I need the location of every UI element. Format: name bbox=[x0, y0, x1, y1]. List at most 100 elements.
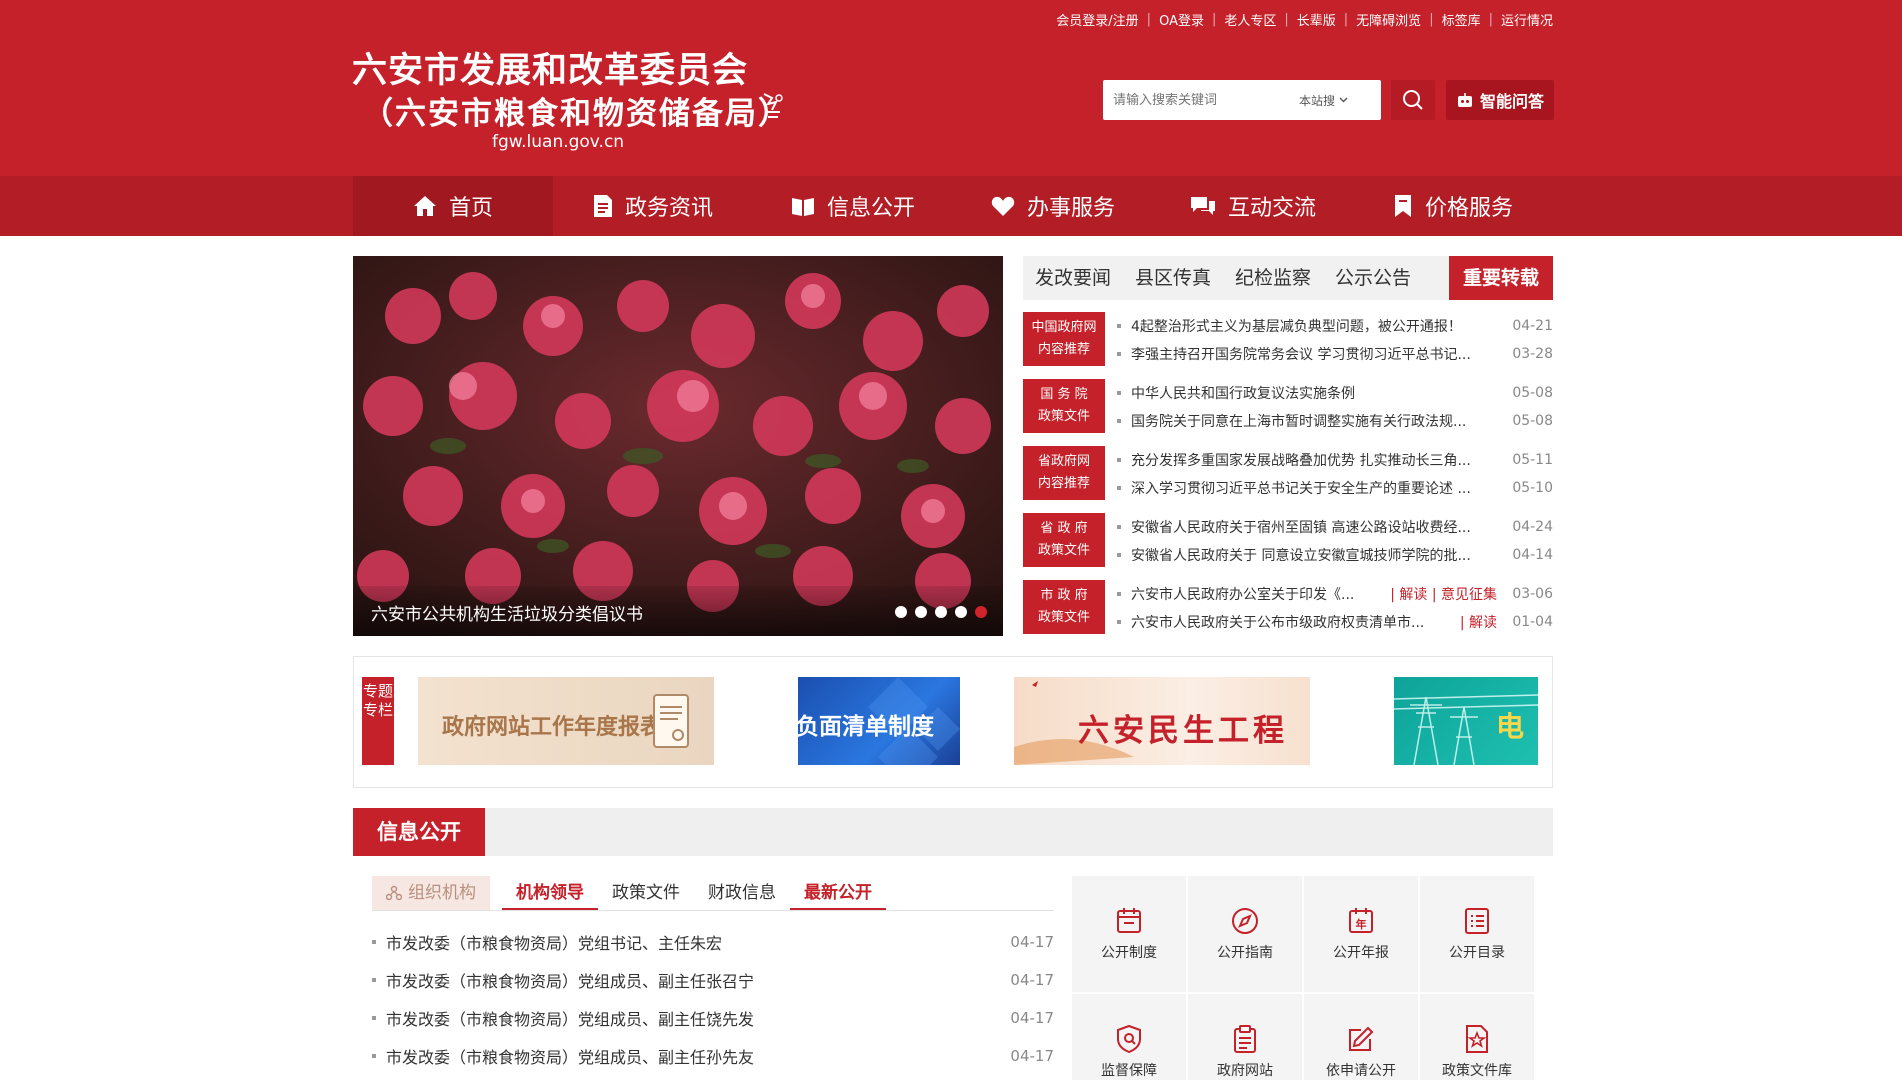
news-title[interactable]: 4起整治形式主义为基层减负典型问题，被公开通报！ bbox=[1131, 316, 1497, 336]
subtab-policy-documents[interactable]: 政策文件 bbox=[598, 876, 694, 910]
tab-discipline-inspection[interactable]: 纪检监察 bbox=[1223, 256, 1323, 300]
list-item-title[interactable]: 市发改委（市粮食物资局）党组书记、主任朱宏 bbox=[386, 930, 1010, 954]
subtab-financial-info[interactable]: 财政信息 bbox=[694, 876, 790, 910]
news-title[interactable]: 深入学习贯彻习近平总书记关于安全生产的重要论述 ... bbox=[1131, 478, 1497, 498]
tab-important-reprints[interactable]: 重要转载 bbox=[1448, 256, 1553, 300]
banner-website-annual-report[interactable]: 政府网站工作年度报表 bbox=[418, 677, 714, 765]
list-item-title[interactable]: 市发改委（市粮食物资局）党组成员、副主任孙先友 bbox=[386, 1044, 1010, 1068]
list-icon bbox=[1465, 908, 1489, 934]
top-link-elder-version[interactable]: 长辈版 bbox=[1297, 10, 1336, 29]
nav-item-news[interactable]: 政务资讯 bbox=[553, 176, 753, 236]
file-star-icon bbox=[1466, 1025, 1488, 1053]
news-item[interactable]: 安徽省人民政府关于 同意设立安徽宣城技师学院的批... 04-14 bbox=[1117, 541, 1553, 569]
nav-item-interaction[interactable]: 互动交流 bbox=[1153, 176, 1353, 236]
image-slider[interactable]: 六安市公共机构生活垃圾分类倡议书 bbox=[353, 256, 1003, 636]
list-item-title[interactable]: 市发改委（市粮食物资局）党组成员、副主任饶先发 bbox=[386, 1006, 1010, 1030]
top-link-login[interactable]: 会员登录/注册 bbox=[1056, 10, 1138, 29]
shortcut-disclosure-guide[interactable]: 公开指南 bbox=[1188, 876, 1302, 992]
list-item[interactable]: 市发改委（市粮食物资局）党组成员、副主任孙先友 04-17 bbox=[372, 1041, 1054, 1071]
news-item[interactable]: 六安市人民政府办公室关于印发《... | 解读 | 意见征集 03-06 bbox=[1117, 580, 1553, 608]
ai-qa-button[interactable]: 智能问答 bbox=[1446, 80, 1554, 120]
news-title[interactable]: 李强主持召开国务院常务会议 学习贯彻习近平总书记... bbox=[1131, 344, 1497, 364]
slider-dot[interactable] bbox=[935, 606, 947, 618]
news-item[interactable]: 安徽省人民政府关于宿州至固镇 高速公路设站收费经... 04-24 bbox=[1117, 513, 1553, 541]
badge-line: 政策文件 bbox=[1037, 610, 1090, 625]
subtab-leadership[interactable]: 机构领导 bbox=[502, 876, 598, 910]
news-item[interactable]: 中华人民共和国行政复议法实施条例 05-08 bbox=[1117, 379, 1553, 407]
news-item[interactable]: 国务院关于同意在上海市暂时调整实施有关行政法规... 05-08 bbox=[1117, 407, 1553, 435]
list-item[interactable]: 市发改委（市粮食物资局）党组成员、副主任张召宁 04-17 bbox=[372, 965, 1054, 995]
banner-negative-list[interactable]: 负面清单制度 bbox=[798, 677, 960, 765]
news-source-badge[interactable]: 省政府网 内容推荐 bbox=[1023, 446, 1105, 500]
nav-label: 价格服务 bbox=[1424, 196, 1513, 221]
list-item-title[interactable]: 市发改委（市粮食物资局）党组成员、副主任张召宁 bbox=[386, 968, 1010, 992]
top-link-tag-library[interactable]: 标签库 bbox=[1442, 10, 1481, 29]
news-extra-links[interactable]: | 解读 | 意见征集 bbox=[1390, 584, 1497, 604]
search-scope-select[interactable]: 本站搜 bbox=[1299, 92, 1348, 109]
slider-dot[interactable] bbox=[895, 606, 907, 618]
ai-qa-label: 智能问答 bbox=[1479, 92, 1544, 111]
news-source-badge[interactable]: 省 政 府 政策文件 bbox=[1023, 513, 1105, 567]
topics-label: 专题专栏 bbox=[362, 677, 394, 765]
banner-electricity[interactable]: 电 bbox=[1394, 677, 1538, 765]
news-title[interactable]: 充分发挥多重国家发展战略叠加优势 扎实推动长三角... bbox=[1131, 450, 1497, 470]
list-item-date: 04-17 bbox=[1010, 1009, 1054, 1027]
nav-item-home[interactable]: 首页 bbox=[353, 176, 553, 236]
top-link-accessibility[interactable]: 无障碍浏览 bbox=[1356, 10, 1421, 29]
shortcut-disclosure-system[interactable]: 公开制度 bbox=[1072, 876, 1186, 992]
nav-item-info-disclosure[interactable]: 信息公开 bbox=[753, 176, 953, 236]
shortcut-apply-disclosure[interactable]: 依申请公开 bbox=[1304, 994, 1418, 1080]
org-chart-icon bbox=[386, 885, 402, 901]
slider-dot[interactable] bbox=[955, 606, 967, 618]
shortcut-policy-library[interactable]: 政策文件库 bbox=[1420, 994, 1534, 1080]
news-group: 中国政府网 内容推荐 4起整治形式主义为基层减负典型问题，被公开通报！ 04-2… bbox=[1023, 312, 1553, 368]
top-link-status[interactable]: 运行情况 bbox=[1501, 10, 1553, 29]
tab-reform-news[interactable]: 发改要闻 bbox=[1023, 256, 1123, 300]
search-button[interactable] bbox=[1391, 80, 1435, 120]
search-input[interactable] bbox=[1103, 81, 1293, 119]
tab-county-news[interactable]: 县区传真 bbox=[1123, 256, 1223, 300]
top-link-oa[interactable]: OA登录 bbox=[1159, 10, 1204, 29]
shortcut-disclosure-catalog[interactable]: 公开目录 bbox=[1420, 876, 1534, 992]
news-item[interactable]: 六安市人民政府关于公布市级政府权责清单市... | 解读 01-04 bbox=[1117, 608, 1553, 636]
tab-announcements[interactable]: 公示公告 bbox=[1323, 256, 1423, 300]
news-source-badge[interactable]: 国 务 院 政策文件 bbox=[1023, 379, 1105, 433]
news-item[interactable]: 充分发挥多重国家发展战略叠加优势 扎实推动长三角... 05-11 bbox=[1117, 446, 1553, 474]
news-date: 03-28 bbox=[1512, 346, 1553, 362]
topics-strip: 专题专栏 政府网站工作年度报表 负面清单制度 六安民生工程 电 bbox=[353, 656, 1553, 788]
badge-line: 政策文件 bbox=[1037, 409, 1090, 424]
shortcut-annual-report[interactable]: 年 公开年报 bbox=[1304, 876, 1418, 992]
slider-caption[interactable]: 六安市公共机构生活垃圾分类倡议书 bbox=[371, 600, 643, 625]
banner-livelihood-project[interactable]: 六安民生工程 bbox=[1014, 677, 1310, 765]
news-title[interactable]: 安徽省人民政府关于宿州至固镇 高速公路设站收费经... bbox=[1131, 517, 1497, 537]
nav-label: 办事服务 bbox=[1026, 196, 1115, 221]
news-item[interactable]: 深入学习贯彻习近平总书记关于安全生产的重要论述 ... 05-10 bbox=[1117, 474, 1553, 502]
info-section-title[interactable]: 信息公开 bbox=[353, 808, 485, 856]
news-title[interactable]: 六安市人民政府办公室关于印发《... bbox=[1131, 584, 1390, 604]
site-title[interactable]: 六安市发展和改革委员会 bbox=[352, 42, 748, 93]
subtab-latest-disclosure[interactable]: 最新公开 bbox=[790, 876, 886, 910]
nav-item-price-services[interactable]: 价格服务 bbox=[1353, 176, 1553, 236]
badge-line: 内容推荐 bbox=[1037, 342, 1090, 357]
separator: | bbox=[1429, 12, 1434, 27]
separator: | bbox=[1343, 12, 1349, 27]
news-title[interactable]: 六安市人民政府关于公布市级政府权责清单市... bbox=[1131, 612, 1460, 632]
news-title[interactable]: 国务院关于同意在上海市暂时调整实施有关行政法规... bbox=[1131, 411, 1497, 431]
shortcut-gov-website[interactable]: 政府网站 bbox=[1188, 994, 1302, 1080]
news-item[interactable]: 李强主持召开国务院常务会议 学习贯彻习近平总书记... 03-28 bbox=[1117, 340, 1553, 368]
news-extra-links[interactable]: | 解读 bbox=[1460, 612, 1497, 632]
news-source-badge[interactable]: 中国政府网 内容推荐 bbox=[1023, 312, 1105, 366]
nav-item-services[interactable]: 办事服务 bbox=[953, 176, 1153, 236]
news-title[interactable]: 中华人民共和国行政复议法实施条例 bbox=[1131, 383, 1497, 403]
news-source-badge[interactable]: 市 政 府 政策文件 bbox=[1023, 580, 1105, 634]
shortcut-supervision[interactable]: 监督保障 bbox=[1072, 994, 1186, 1080]
shortcut-label: 政府网站 bbox=[1217, 1063, 1273, 1079]
news-title[interactable]: 安徽省人民政府关于 同意设立安徽宣城技师学院的批... bbox=[1131, 545, 1497, 565]
slider-dot[interactable] bbox=[915, 606, 927, 618]
subtab-organization[interactable]: 组织机构 bbox=[372, 876, 490, 910]
list-item[interactable]: 市发改委（市粮食物资局）党组书记、主任朱宏 04-17 bbox=[372, 927, 1054, 957]
top-link-elderly-zone[interactable]: 老人专区 bbox=[1224, 10, 1276, 29]
news-item[interactable]: 4起整治形式主义为基层减负典型问题，被公开通报！ 04-21 bbox=[1117, 312, 1553, 340]
slider-dot-active[interactable] bbox=[975, 606, 987, 618]
list-item[interactable]: 市发改委（市粮食物资局）党组成员、副主任饶先发 04-17 bbox=[372, 1003, 1054, 1033]
